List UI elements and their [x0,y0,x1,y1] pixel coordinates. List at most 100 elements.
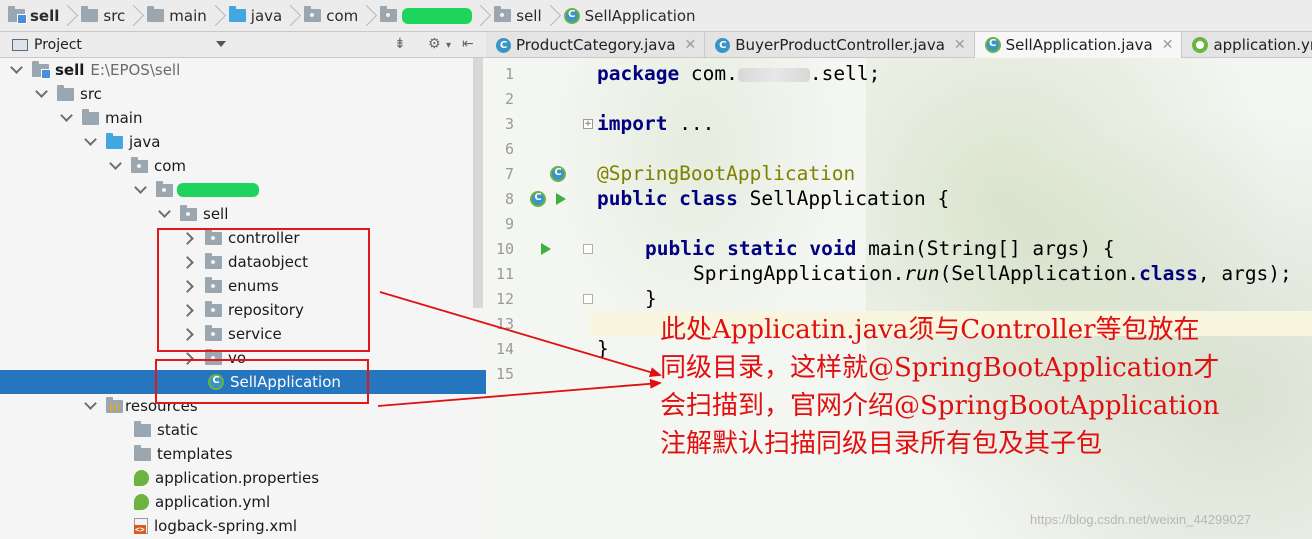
tab-label: ProductCategory.java [516,36,676,54]
code-line-14: } [597,337,609,360]
line-number: 7 [504,165,514,183]
annotation-note: 此处Applicatin.java须与Controller等包放在 同级目录，这… [660,311,1300,463]
line-number: 15 [495,365,514,383]
spring-icon [1192,37,1209,53]
tree-node-sell-module[interactable]: sell E:\EPOS\sell [0,58,486,82]
tree-node-label: src [80,85,102,103]
breadcrumb-label: sell [30,6,60,25]
breadcrumb-item-src[interactable]: src [79,0,129,32]
breadcrumb-item-java[interactable]: java [227,0,286,32]
tree-node-static[interactable]: static [0,418,486,442]
tree-node-src[interactable]: src [0,82,486,106]
navigation-breadcrumb: sell src main java com sell SellApplicat… [0,0,1312,32]
line-number: 3 [504,115,514,133]
redaction-mark [737,67,810,82]
tree-node-application-properties[interactable]: application.properties [0,466,486,490]
folder-icon [82,108,99,125]
expand-arrow-icon[interactable] [109,160,121,172]
chevron-down-icon[interactable] [216,41,226,47]
package-folder-icon [131,156,148,173]
code-line-11: SpringApplication.run(SellApplication.cl… [693,262,1292,285]
tab-application-yml[interactable]: application.yml [1182,32,1312,58]
fold-end-icon[interactable] [583,294,593,304]
expand-arrow-icon[interactable] [60,112,72,124]
breadcrumb-separator [362,0,372,32]
fold-expand-icon[interactable]: + [583,119,593,129]
tab-buyerproductcontroller[interactable]: C BuyerProductController.java ✕ [705,32,975,58]
expand-arrow-icon[interactable] [35,88,47,100]
resources-folder-icon [106,396,123,413]
close-icon[interactable]: ✕ [685,37,697,53]
tree-node-application-yml[interactable]: application.yml [0,490,486,514]
line-number: 1 [504,65,514,83]
breadcrumb-separator [546,0,556,32]
tree-node-label: application.yml [155,493,271,511]
expand-arrow-icon[interactable] [84,136,96,148]
breadcrumb-item-sellapplication[interactable]: SellApplication [562,0,700,32]
breadcrumb-label: com [326,6,359,25]
folder-icon [81,6,99,22]
class-icon: C [715,37,731,53]
spring-class-icon [563,7,580,24]
breadcrumb-item-sell[interactable]: sell [6,0,63,32]
module-folder-icon [32,60,51,79]
tab-label: application.yml [1213,36,1312,54]
breadcrumb-separator [286,0,296,32]
tree-node-label: static [157,421,199,439]
fold-collapse-icon[interactable] [583,244,593,254]
breadcrumb-separator [476,0,486,32]
tree-node-label: templates [157,445,233,463]
tab-label: BuyerProductController.java [735,36,945,54]
annotation-line: 注解默认扫描同级目录所有包及其子包 [660,429,1103,459]
project-view-selector[interactable]: Project [34,37,82,53]
gear-dropdown-icon[interactable]: ▾ [446,40,451,51]
tree-node-logback-xml[interactable]: logback-spring.xml [0,514,486,538]
close-icon[interactable]: ✕ [1162,37,1174,53]
run-class-icon[interactable] [556,193,566,205]
tree-node-com[interactable]: com [0,154,486,178]
annotation-box-sellapplication [155,359,369,404]
tree-node-templates[interactable]: templates [0,442,486,466]
spring-bean-gutter-icon[interactable] [530,191,546,211]
tab-productcategory[interactable]: C ProductCategory.java ✕ [486,32,706,58]
tab-sellapplication[interactable]: SellApplication.java ✕ [974,32,1183,58]
breadcrumb-label: java [250,6,283,25]
tree-node-redacted-package[interactable] [0,178,486,202]
expand-arrow-icon[interactable] [10,64,22,76]
gear-icon[interactable]: ⚙ [428,36,441,52]
folder-icon [147,6,165,22]
source-folder-icon [106,132,123,149]
line-number: 14 [495,340,514,358]
breadcrumb-item-main[interactable]: main [145,0,210,32]
tree-node-main[interactable]: main [0,106,486,130]
code-line-7: @SpringBootApplication [597,162,856,185]
tree-node-sell-package[interactable]: sell [0,202,486,226]
code-editor[interactable]: 1 2 3 6 7 8 9 10 11 12 13 14 15 + packag… [486,58,1312,539]
breadcrumb-label: SellApplication [584,6,696,25]
hide-panel-icon[interactable]: ⇤ [462,36,474,52]
source-folder-icon [228,6,246,22]
tree-node-label: com [154,157,187,175]
xml-file-icon [134,518,148,534]
breadcrumb-separator [129,0,139,32]
spring-yml-icon [134,494,149,510]
breadcrumb-item-redacted[interactable] [378,0,476,32]
breadcrumb-item-sell-package[interactable]: sell [492,0,545,32]
redaction-mark [177,183,259,197]
tree-node-java[interactable]: java [0,130,486,154]
collapse-all-icon[interactable]: ⇟ [394,36,406,52]
package-folder-icon [156,180,173,197]
close-icon[interactable]: ✕ [954,37,966,53]
module-folder-icon [8,6,27,24]
redaction-mark [402,7,473,24]
breadcrumb-separator [63,0,73,32]
spring-bean-gutter-icon[interactable] [550,166,566,186]
expand-arrow-icon[interactable] [84,400,96,412]
expand-arrow-icon[interactable] [158,208,170,220]
code-line-1: package com. .sell; [597,62,881,85]
annotation-line: 此处Applicatin.java须与Controller等包放在 [660,315,1200,345]
run-method-icon[interactable] [541,243,551,255]
line-number: 11 [495,265,514,283]
breadcrumb-item-com[interactable]: com [302,0,362,32]
expand-arrow-icon[interactable] [134,184,146,196]
